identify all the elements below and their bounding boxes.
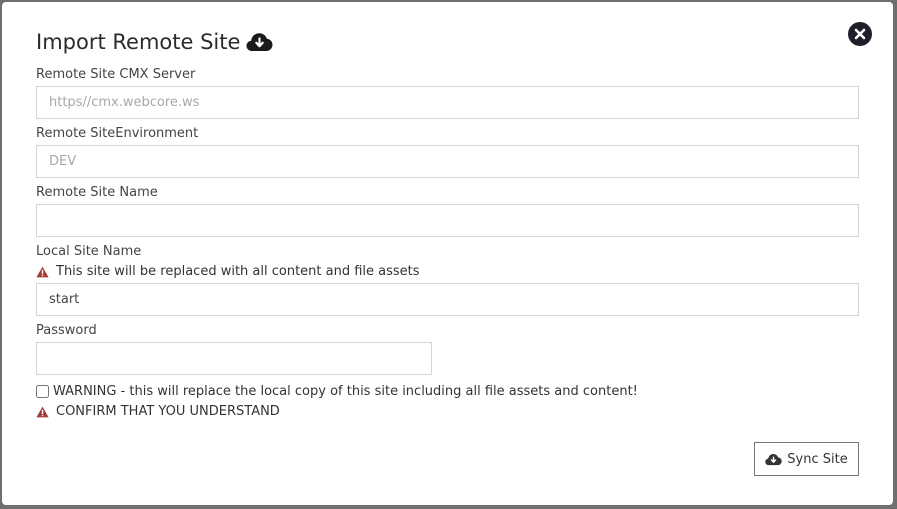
warning-triangle-icon <box>36 406 49 417</box>
cloud-download-icon <box>765 453 782 465</box>
environment-label: Remote SiteEnvironment <box>36 126 199 141</box>
confirm-checkbox-row[interactable]: WARNING - this will replace the local co… <box>36 384 638 399</box>
close-button[interactable] <box>848 22 872 46</box>
local-site-warning: This site will be replaced with all cont… <box>36 264 420 279</box>
password-label: Password <box>36 323 97 338</box>
import-remote-site-modal: Import Remote Site Remote Site CMX Serve… <box>2 2 893 505</box>
local-site-warning-text: This site will be replaced with all cont… <box>56 264 420 279</box>
cmx-server-input[interactable] <box>36 86 859 119</box>
environment-input[interactable] <box>36 145 859 178</box>
local-site-name-input[interactable] <box>36 283 859 316</box>
cloud-download-icon <box>246 33 273 51</box>
remote-site-name-input[interactable] <box>36 204 859 237</box>
confirm-warning: CONFIRM THAT YOU UNDERSTAND <box>36 404 280 419</box>
password-input[interactable] <box>36 342 432 375</box>
modal-title-text: Import Remote Site <box>36 30 241 54</box>
confirm-checkbox-label: WARNING - this will replace the local co… <box>53 384 638 399</box>
cmx-server-label: Remote Site CMX Server <box>36 67 196 82</box>
remote-site-name-label: Remote Site Name <box>36 185 158 200</box>
confirm-checkbox[interactable] <box>36 385 49 398</box>
local-site-name-label: Local Site Name <box>36 244 142 259</box>
sync-site-label: Sync Site <box>787 451 848 467</box>
close-icon <box>854 28 866 40</box>
warning-triangle-icon <box>36 266 49 277</box>
confirm-warning-text: CONFIRM THAT YOU UNDERSTAND <box>56 404 280 419</box>
modal-title: Import Remote Site <box>36 30 273 54</box>
sync-site-button[interactable]: Sync Site <box>754 442 859 476</box>
